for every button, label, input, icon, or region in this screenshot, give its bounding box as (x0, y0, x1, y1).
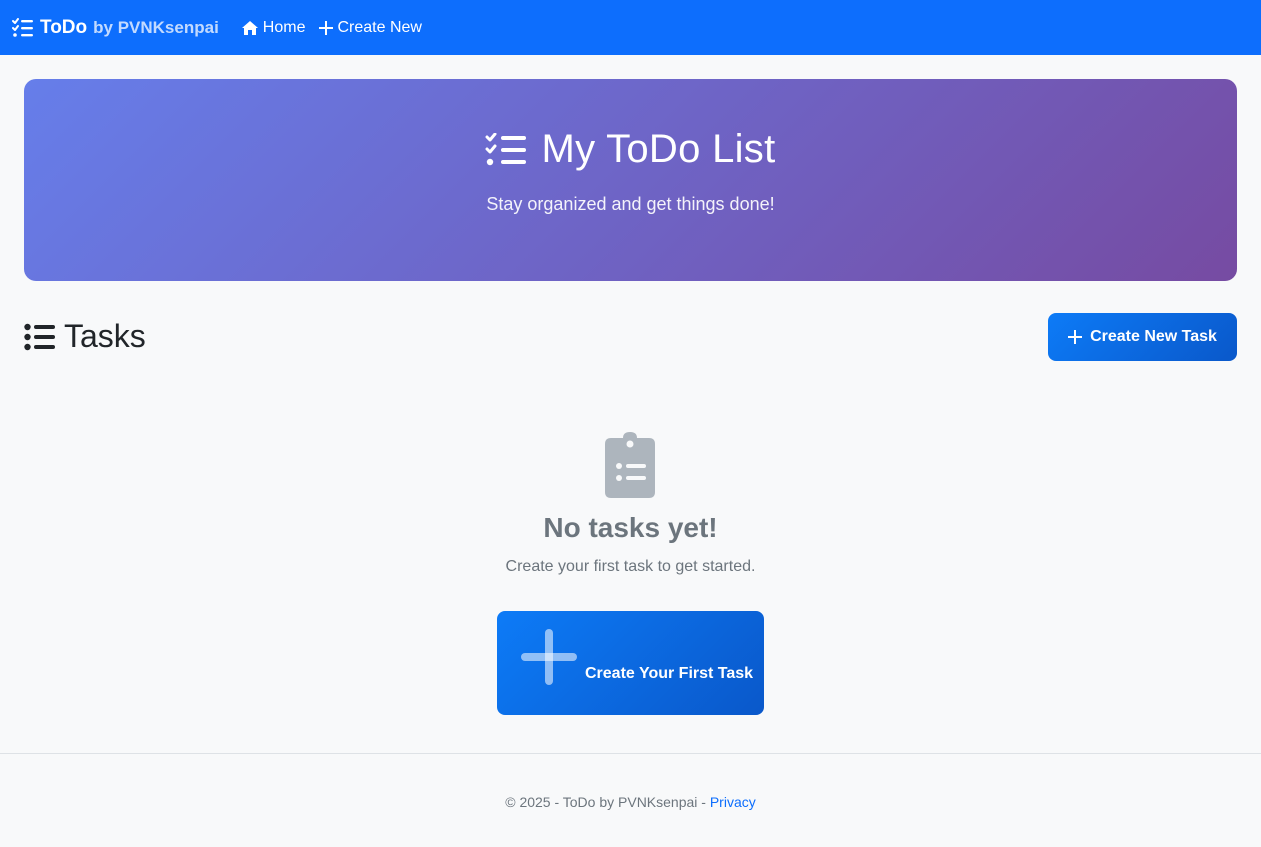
brand-link[interactable]: ToDo by PVNKsenpai (12, 17, 219, 39)
nav-link-create-new[interactable]: Create New (319, 18, 422, 37)
footer-text: © 2025 - ToDo by PVNKsenpai - Privacy (0, 794, 1261, 810)
create-first-task-label: Create Your First Task (585, 665, 754, 682)
empty-state-title: No tasks yet! (543, 512, 718, 543)
hero-title: My ToDo List (24, 127, 1237, 172)
hero-subtitle: Stay organized and get things done! (486, 194, 775, 214)
navbar: ToDo by PVNKsenpai Home Create New (0, 0, 1261, 55)
hero-title-text: My ToDo List (541, 127, 776, 171)
nav-link-home[interactable]: Home (241, 18, 306, 37)
plus-icon (319, 20, 334, 35)
hero-banner: My ToDo List Stay organized and get thin… (24, 79, 1237, 281)
house-icon (241, 20, 259, 36)
nav-link-home-label: Home (262, 18, 306, 36)
nav-link-create-new-label: Create New (337, 18, 422, 36)
privacy-link[interactable]: Privacy (710, 794, 756, 810)
list-check-icon (485, 132, 527, 167)
create-new-task-label: Create New Task (1090, 328, 1217, 345)
list-check-icon (12, 17, 34, 38)
footer-copyright: © 2025 - ToDo by PVNKsenpai - (505, 794, 706, 810)
empty-state-text: Create your first task to get started. (505, 558, 756, 575)
plus-icon (1068, 330, 1083, 344)
tasks-heading: Tasks (24, 318, 146, 355)
brand-main: ToDo (40, 16, 88, 38)
create-first-task-button[interactable]: Create Your First Task (497, 611, 764, 715)
plus-icon (521, 629, 577, 685)
create-new-task-button[interactable]: Create New Task (1048, 313, 1237, 361)
footer: © 2025 - ToDo by PVNKsenpai - Privacy (0, 753, 1261, 847)
tasks-heading-text: Tasks (64, 318, 146, 354)
list-ul-icon (24, 323, 56, 351)
clipboard-list-icon (605, 432, 655, 498)
brand-sub: by PVNKsenpai (93, 17, 219, 37)
